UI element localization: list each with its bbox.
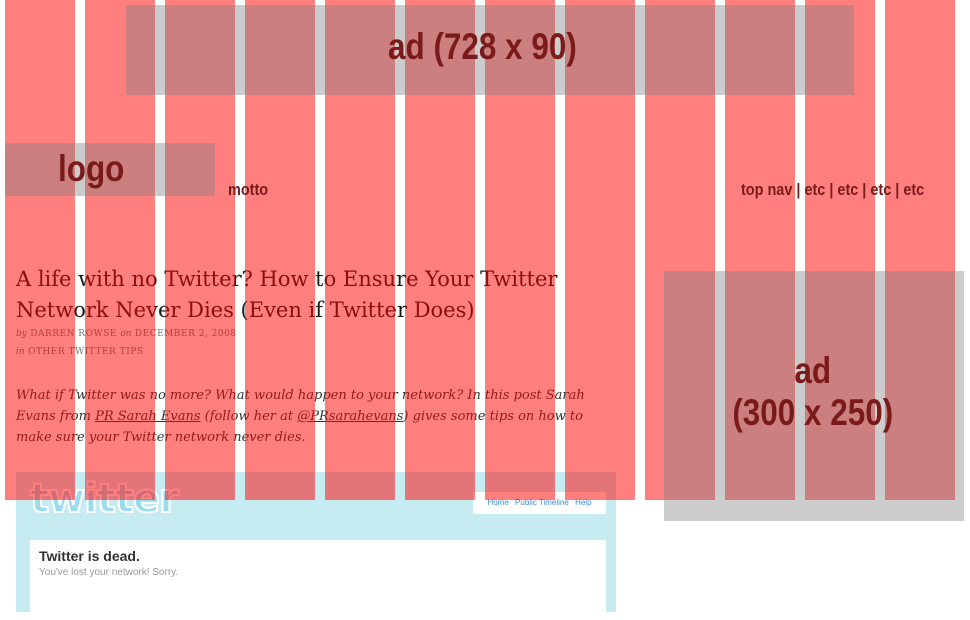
twitter-subtext: You've lost your network! Sorry. — [39, 567, 179, 578]
excerpt-text-2: (follow her at — [200, 409, 298, 424]
sidebar-ad-label: ad (300 x 250) — [732, 350, 894, 433]
post-date: December 2, 2008 — [134, 329, 237, 339]
twitter-screenshot: twitter Home Public Timeline Help Twitte… — [16, 472, 616, 620]
post-excerpt: What if Twitter was no more? What would … — [16, 385, 616, 448]
twitter-message-box: Twitter is dead. You've lost your networ… — [30, 540, 606, 620]
in-prefix: in — [16, 347, 25, 357]
top-ad-label: ad (728 x 90) — [388, 26, 577, 67]
post-category[interactable]: Other Twitter Tips — [28, 347, 143, 357]
twitter-headline: Twitter is dead. — [39, 548, 140, 564]
twitter-nav-help[interactable]: Help — [575, 498, 591, 507]
on-prefix: on — [120, 329, 132, 339]
post-byline: by Darren Rowse on December 2, 2008 — [16, 329, 237, 339]
post-title[interactable]: A life with no Twitter? How to Ensure Yo… — [16, 264, 636, 326]
post-category-line: in Other Twitter Tips — [16, 347, 143, 357]
logo-label: logo — [58, 148, 125, 189]
twitter-nav-public-timeline[interactable]: Public Timeline — [515, 498, 569, 507]
excerpt-link-twitter-handle[interactable]: @PRsarahevans — [297, 409, 403, 424]
twitter-nav-home[interactable]: Home — [487, 498, 508, 507]
twitter-logo: twitter — [29, 475, 180, 523]
twitter-nav: Home Public Timeline Help — [473, 492, 606, 514]
excerpt-link-author-site[interactable]: PR Sarah Evans — [95, 409, 200, 424]
top-nav-label[interactable]: top nav | etc | etc | etc | etc — [741, 180, 924, 200]
by-prefix: by — [16, 329, 27, 339]
motto-label: motto — [228, 180, 269, 199]
post-author[interactable]: Darren Rowse — [30, 329, 117, 339]
